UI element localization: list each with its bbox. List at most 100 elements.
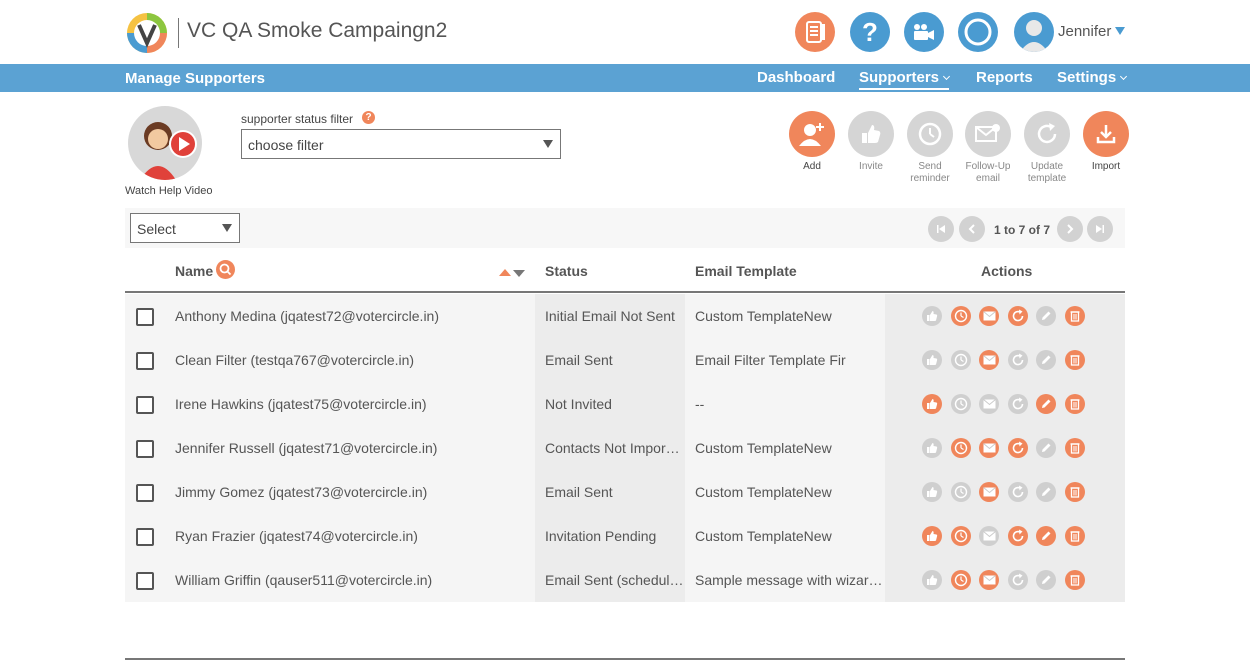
help-video-thumbnail[interactable] bbox=[128, 106, 202, 180]
clock-icon[interactable] bbox=[950, 526, 971, 546]
row-checkbox[interactable] bbox=[136, 440, 154, 458]
email-icon[interactable] bbox=[979, 482, 999, 502]
table-row[interactable]: Jimmy Gomez (jqatest73@votercircle.in) Em… bbox=[125, 470, 1125, 514]
trash-icon[interactable] bbox=[1064, 350, 1085, 370]
add-button[interactable]: Add bbox=[788, 111, 836, 173]
thumbs-up-icon[interactable] bbox=[922, 394, 942, 414]
email-template: Custom TemplateNew bbox=[695, 484, 832, 500]
chevron-down-icon[interactable] bbox=[1115, 27, 1125, 35]
sort-icon[interactable] bbox=[499, 265, 525, 283]
first-page-button[interactable] bbox=[928, 216, 954, 242]
send-reminder-button[interactable]: Send reminder bbox=[906, 111, 954, 185]
search-icon[interactable] bbox=[216, 260, 235, 279]
table-row[interactable]: Clean Filter (testqa767@votercircle.in) E… bbox=[125, 338, 1125, 382]
footer-divider bbox=[125, 658, 1125, 660]
pencil-icon[interactable] bbox=[1036, 306, 1056, 326]
refresh-icon[interactable] bbox=[1007, 526, 1028, 546]
nav-settings[interactable]: Settings bbox=[1057, 69, 1128, 86]
trash-icon[interactable] bbox=[1064, 570, 1085, 590]
email-icon[interactable] bbox=[979, 438, 999, 458]
import-button[interactable]: Import bbox=[1082, 111, 1130, 173]
help-icon[interactable]: ? bbox=[362, 111, 375, 124]
column-header-status[interactable]: Status bbox=[545, 263, 588, 279]
pencil-icon[interactable] bbox=[1036, 482, 1056, 502]
pencil-icon[interactable] bbox=[1036, 394, 1056, 414]
update-template-button[interactable]: Update template bbox=[1023, 111, 1071, 185]
refresh-icon[interactable] bbox=[1007, 394, 1028, 414]
avatar[interactable] bbox=[1014, 12, 1054, 52]
table-row[interactable]: Ryan Frazier (jqatest74@votercircle.in) I… bbox=[125, 514, 1125, 558]
refresh-icon[interactable] bbox=[1007, 570, 1028, 590]
row-checkbox[interactable] bbox=[136, 352, 154, 370]
pencil-icon[interactable] bbox=[1036, 438, 1056, 458]
status-filter-select[interactable]: choose filter bbox=[241, 129, 561, 159]
help-icon[interactable]: ? bbox=[850, 12, 890, 52]
supporter-status: Invitation Pending bbox=[535, 514, 685, 558]
clock-icon[interactable] bbox=[950, 570, 971, 590]
thumbs-up-icon[interactable] bbox=[922, 350, 942, 370]
table-row[interactable]: Jennifer Russell (jqatest71@votercircle.… bbox=[125, 426, 1125, 470]
pencil-icon[interactable] bbox=[1036, 570, 1056, 590]
row-checkbox[interactable] bbox=[136, 528, 154, 546]
refresh-icon[interactable] bbox=[1007, 438, 1028, 458]
supporter-status: Not Invited bbox=[535, 382, 685, 426]
thumbs-up-icon[interactable] bbox=[922, 570, 942, 590]
email-icon[interactable] bbox=[979, 306, 999, 326]
email-icon[interactable] bbox=[979, 526, 999, 546]
email-icon[interactable] bbox=[979, 394, 999, 414]
chevron-down-icon bbox=[543, 140, 553, 148]
supporter-name: Jennifer Russell (jqatest71@votercircle.… bbox=[175, 440, 438, 456]
nav-dashboard[interactable]: Dashboard bbox=[757, 69, 835, 86]
video-camera-icon[interactable] bbox=[904, 12, 944, 52]
clock-icon[interactable] bbox=[950, 306, 971, 326]
row-checkbox[interactable] bbox=[136, 572, 154, 590]
table-row[interactable]: Irene Hawkins (jqatest75@votercircle.in)… bbox=[125, 382, 1125, 426]
table-row[interactable]: Anthony Medina (jqatest72@votercircle.in… bbox=[125, 294, 1125, 338]
invite-button[interactable]: Invite bbox=[847, 111, 895, 173]
trash-icon[interactable] bbox=[1064, 482, 1085, 502]
ring-icon[interactable] bbox=[958, 12, 998, 52]
email-icon[interactable] bbox=[979, 570, 999, 590]
next-page-button[interactable] bbox=[1057, 216, 1083, 242]
refresh-icon[interactable] bbox=[1007, 306, 1028, 326]
pencil-icon[interactable] bbox=[1036, 526, 1056, 546]
clock-icon[interactable] bbox=[950, 438, 971, 458]
checklist-icon[interactable] bbox=[795, 12, 835, 52]
row-checkbox[interactable] bbox=[136, 484, 154, 502]
thumbs-up-icon[interactable] bbox=[922, 482, 942, 502]
user-name[interactable]: Jennifer bbox=[1058, 23, 1111, 40]
clock-icon[interactable] bbox=[950, 350, 971, 370]
help-video-label[interactable]: Watch Help Video bbox=[125, 185, 212, 197]
import-icon bbox=[1083, 111, 1129, 157]
row-checkbox[interactable] bbox=[136, 396, 154, 414]
row-actions bbox=[885, 426, 1125, 470]
clock-icon[interactable] bbox=[950, 482, 971, 502]
follow-up-email-button[interactable]: Follow-Up email bbox=[964, 111, 1012, 185]
column-header-name[interactable]: Name bbox=[175, 263, 213, 279]
clock-icon[interactable] bbox=[950, 394, 971, 414]
pencil-icon[interactable] bbox=[1036, 350, 1056, 370]
refresh-icon[interactable] bbox=[1007, 350, 1028, 370]
trash-icon[interactable] bbox=[1064, 394, 1085, 414]
votercircle-logo[interactable] bbox=[125, 11, 169, 55]
column-header-template[interactable]: Email Template bbox=[695, 263, 797, 279]
filter-label: supporter status filter bbox=[241, 112, 354, 126]
row-checkbox[interactable] bbox=[136, 308, 154, 326]
trash-icon[interactable] bbox=[1064, 306, 1085, 326]
thumbs-up-icon bbox=[848, 111, 894, 157]
email-icon[interactable] bbox=[979, 350, 999, 370]
thumbs-up-icon[interactable] bbox=[922, 438, 942, 458]
last-page-button[interactable] bbox=[1087, 216, 1113, 242]
table-row[interactable]: William Griffin (qauser511@votercircle.i… bbox=[125, 558, 1125, 602]
prev-page-button[interactable] bbox=[959, 216, 985, 242]
refresh-icon[interactable] bbox=[1007, 482, 1028, 502]
trash-icon[interactable] bbox=[1064, 438, 1085, 458]
email-template: Custom TemplateNew bbox=[695, 308, 832, 324]
supporter-name: Clean Filter (testqa767@votercircle.in) bbox=[175, 352, 415, 368]
thumbs-up-icon[interactable] bbox=[922, 526, 942, 546]
nav-supporters[interactable]: Supporters bbox=[859, 69, 951, 90]
thumbs-up-icon[interactable] bbox=[922, 306, 942, 326]
nav-reports[interactable]: Reports bbox=[976, 69, 1033, 86]
trash-icon[interactable] bbox=[1064, 526, 1085, 546]
bulk-action-select[interactable]: Select bbox=[130, 213, 240, 243]
